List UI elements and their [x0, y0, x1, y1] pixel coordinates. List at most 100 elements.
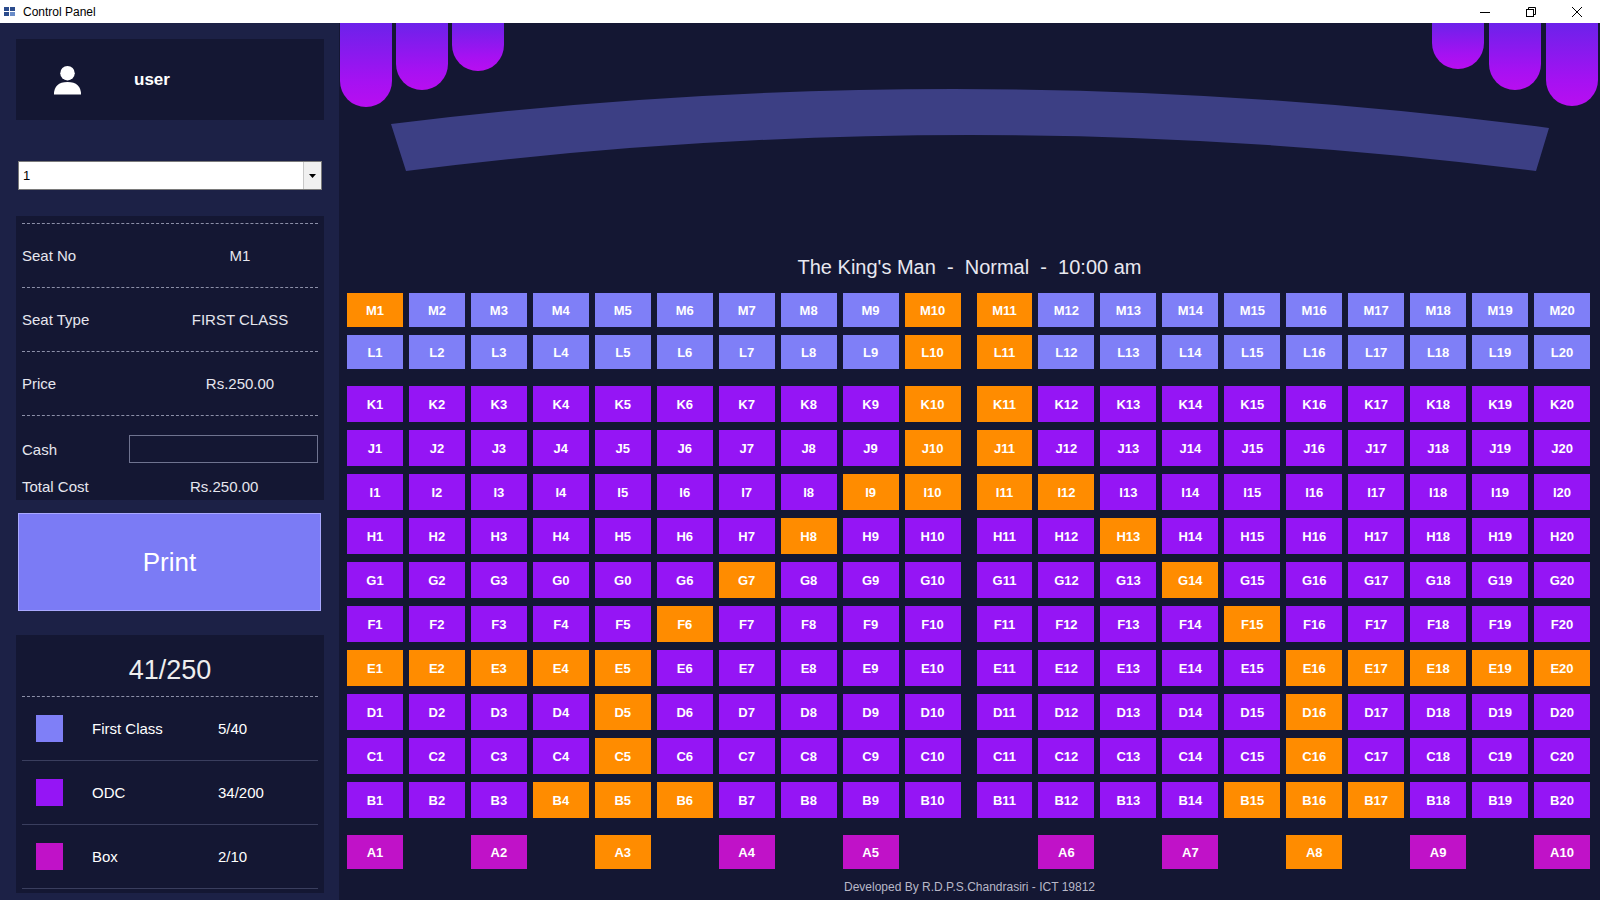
seat[interactable]: J10 [905, 430, 961, 466]
seat[interactable]: F16 [1286, 606, 1342, 642]
seat[interactable]: D9 [843, 694, 899, 730]
seat[interactable]: I12 [1038, 474, 1094, 510]
seat[interactable]: E7 [719, 650, 775, 686]
seat[interactable]: J16 [1286, 430, 1342, 466]
seat[interactable]: F18 [1410, 606, 1466, 642]
seat[interactable]: K11 [977, 386, 1033, 422]
seat[interactable]: M17 [1348, 293, 1404, 327]
seat[interactable]: L1 [347, 335, 403, 369]
print-button[interactable]: Print [18, 513, 321, 611]
seat[interactable]: K13 [1100, 386, 1156, 422]
close-button[interactable] [1554, 0, 1600, 23]
seat[interactable]: L19 [1472, 335, 1528, 369]
seat[interactable]: C4 [533, 738, 589, 774]
seat[interactable]: D1 [347, 694, 403, 730]
seat[interactable]: C18 [1410, 738, 1466, 774]
seat[interactable]: B5 [595, 782, 651, 818]
seat[interactable]: L7 [719, 335, 775, 369]
seat[interactable]: L14 [1162, 335, 1218, 369]
seat[interactable]: I10 [905, 474, 961, 510]
seat[interactable]: E1 [347, 650, 403, 686]
seat[interactable]: B7 [719, 782, 775, 818]
seat[interactable]: I18 [1410, 474, 1466, 510]
seat[interactable]: I9 [843, 474, 899, 510]
seat[interactable]: H1 [347, 518, 403, 554]
seat[interactable]: M15 [1224, 293, 1280, 327]
seat[interactable]: D2 [409, 694, 465, 730]
seat[interactable]: C12 [1038, 738, 1094, 774]
seat[interactable]: F7 [719, 606, 775, 642]
seat[interactable]: I14 [1162, 474, 1218, 510]
seat[interactable]: M2 [409, 293, 465, 327]
seat[interactable]: J13 [1100, 430, 1156, 466]
seat[interactable]: H18 [1410, 518, 1466, 554]
dropdown-button[interactable] [303, 162, 321, 189]
seat[interactable]: J8 [781, 430, 837, 466]
seat[interactable]: C10 [905, 738, 961, 774]
seat[interactable]: G1 [347, 562, 403, 598]
seat[interactable]: A2 [471, 835, 527, 869]
seat[interactable]: E12 [1038, 650, 1094, 686]
seat[interactable]: G13 [1100, 562, 1156, 598]
seat[interactable]: J7 [719, 430, 775, 466]
seat[interactable]: I16 [1286, 474, 1342, 510]
seat[interactable]: M20 [1534, 293, 1590, 327]
seat[interactable]: J5 [595, 430, 651, 466]
seat[interactable]: D11 [977, 694, 1033, 730]
seat[interactable]: H9 [843, 518, 899, 554]
seat[interactable]: B12 [1038, 782, 1094, 818]
seat[interactable]: G11 [977, 562, 1033, 598]
seat[interactable]: G8 [781, 562, 837, 598]
seat[interactable]: G16 [1286, 562, 1342, 598]
seat[interactable]: M9 [843, 293, 899, 327]
seat[interactable]: B19 [1472, 782, 1528, 818]
seat[interactable]: I17 [1348, 474, 1404, 510]
seat[interactable]: G17 [1348, 562, 1404, 598]
seat[interactable]: C14 [1162, 738, 1218, 774]
seat[interactable]: F9 [843, 606, 899, 642]
seat[interactable]: E18 [1410, 650, 1466, 686]
seat[interactable]: F12 [1038, 606, 1094, 642]
seat[interactable]: G0 [533, 562, 589, 598]
seat[interactable]: L4 [533, 335, 589, 369]
seat[interactable]: M4 [533, 293, 589, 327]
seat[interactable]: E16 [1286, 650, 1342, 686]
minimize-button[interactable] [1462, 0, 1508, 23]
seat[interactable]: D4 [533, 694, 589, 730]
seat[interactable]: G6 [657, 562, 713, 598]
seat[interactable]: D10 [905, 694, 961, 730]
seat[interactable]: B18 [1410, 782, 1466, 818]
seat[interactable]: H2 [409, 518, 465, 554]
seat[interactable]: I4 [533, 474, 589, 510]
seat[interactable]: J9 [843, 430, 899, 466]
seat[interactable]: J6 [657, 430, 713, 466]
seat[interactable]: C2 [409, 738, 465, 774]
seat[interactable]: G19 [1472, 562, 1528, 598]
seat[interactable]: C8 [781, 738, 837, 774]
seat[interactable]: G7 [719, 562, 775, 598]
seat[interactable]: E14 [1162, 650, 1218, 686]
seat[interactable]: J1 [347, 430, 403, 466]
seat[interactable]: C1 [347, 738, 403, 774]
seat[interactable]: D12 [1038, 694, 1094, 730]
seat[interactable]: J2 [409, 430, 465, 466]
seat[interactable]: E5 [595, 650, 651, 686]
seat[interactable]: F20 [1534, 606, 1590, 642]
seat[interactable]: G0 [595, 562, 651, 598]
seat[interactable]: I6 [657, 474, 713, 510]
seat[interactable]: K9 [843, 386, 899, 422]
seat[interactable]: G9 [843, 562, 899, 598]
seat[interactable]: G2 [409, 562, 465, 598]
seat[interactable]: H12 [1038, 518, 1094, 554]
seat[interactable]: M10 [905, 293, 961, 327]
seat[interactable]: A3 [595, 835, 651, 869]
seat[interactable]: A1 [347, 835, 403, 869]
seat[interactable]: F11 [977, 606, 1033, 642]
seat[interactable]: F4 [533, 606, 589, 642]
seat[interactable]: C3 [471, 738, 527, 774]
seat[interactable]: E6 [657, 650, 713, 686]
seat[interactable]: F5 [595, 606, 651, 642]
seat[interactable]: K12 [1038, 386, 1094, 422]
seat[interactable]: G15 [1224, 562, 1280, 598]
seat[interactable]: I2 [409, 474, 465, 510]
